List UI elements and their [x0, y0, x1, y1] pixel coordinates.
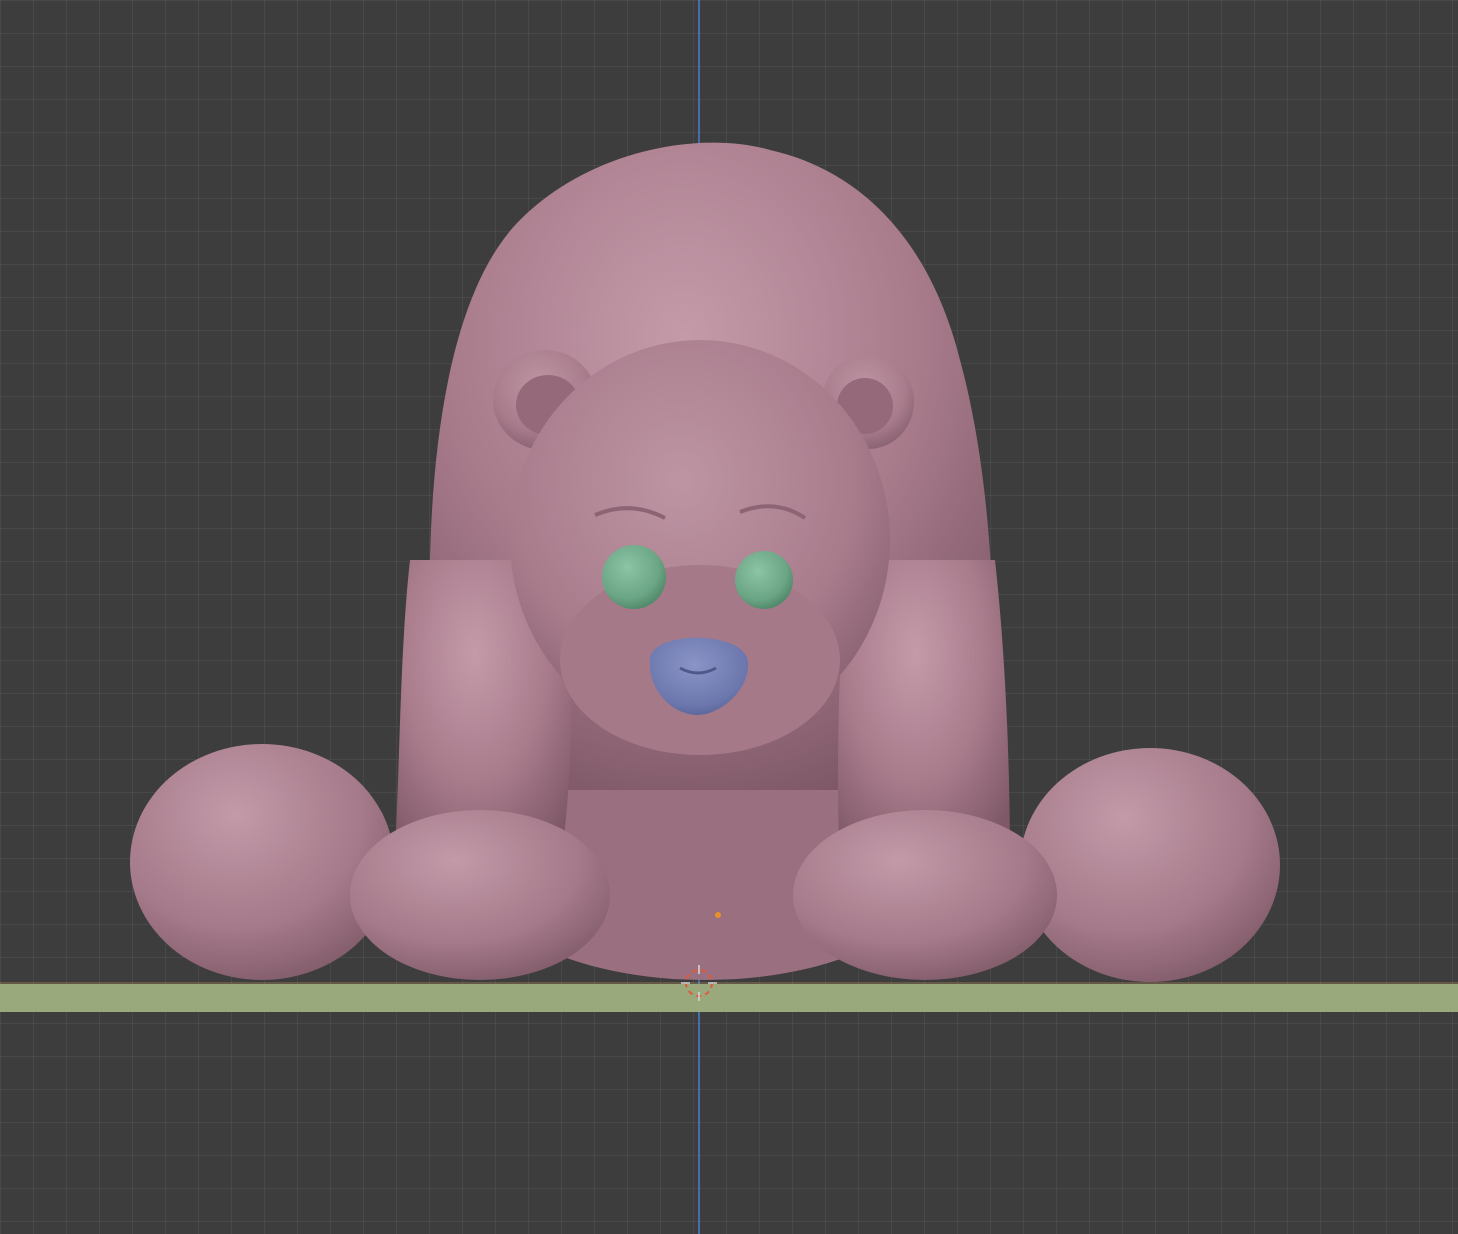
scene-canvas: [0, 0, 1458, 1234]
bear-model[interactable]: [130, 142, 1280, 982]
right-front-paw: [793, 810, 1057, 980]
ground-plane: [0, 984, 1458, 1012]
left-hind-leg: [130, 744, 394, 980]
right-hind-leg: [1020, 748, 1280, 982]
left-front-paw: [350, 810, 610, 980]
right-eye: [735, 551, 793, 609]
origin-marker[interactable]: [715, 912, 721, 918]
left-eye: [602, 545, 666, 609]
3d-viewport[interactable]: [0, 0, 1458, 1234]
